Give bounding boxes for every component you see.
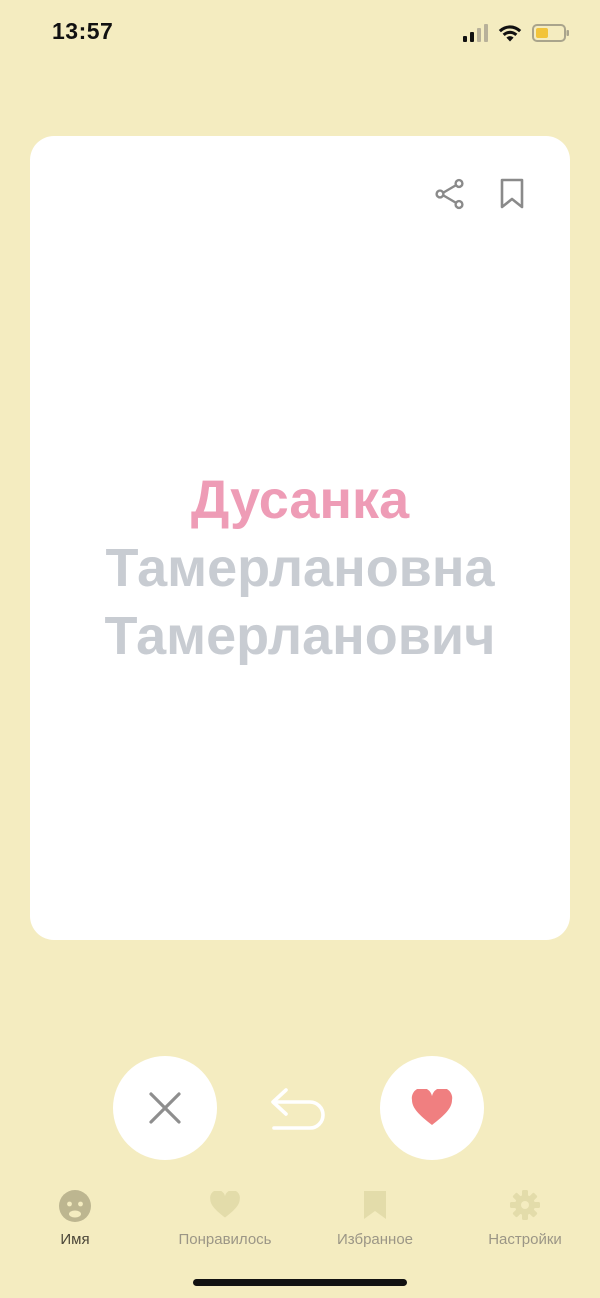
status-bar: 13:57 (0, 0, 600, 66)
tab-label: Имя (60, 1231, 90, 1248)
action-buttons (0, 1056, 600, 1160)
status-time: 13:57 (52, 18, 114, 44)
tab-favorites[interactable]: Избранное (300, 1180, 450, 1248)
wifi-icon (498, 24, 522, 42)
name-card[interactable]: Дусанка Тамерлановна Тамерланович (30, 136, 570, 940)
heart-icon (210, 1191, 240, 1218)
cellular-signal-icon (463, 24, 488, 42)
card-actions (432, 176, 530, 212)
patronymic: Тамерлановна (105, 538, 495, 598)
share-icon (435, 178, 464, 210)
tab-liked[interactable]: Понравилось (150, 1180, 300, 1248)
tab-label: Настройки (488, 1231, 562, 1248)
battery-icon (532, 23, 570, 43)
first-name: Дусанка (190, 470, 410, 530)
bookmark-icon (500, 178, 524, 209)
baby-face-icon (59, 1190, 91, 1222)
tab-name[interactable]: Имя (0, 1180, 150, 1248)
full-name: Дусанка Тамерлановна Тамерланович (30, 466, 570, 670)
tab-bar: Имя Понравилось Избранное Настройки (0, 1180, 600, 1260)
heart-icon (411, 1089, 453, 1125)
tab-label: Избранное (336, 1231, 414, 1248)
close-icon (149, 1092, 181, 1124)
undo-icon (271, 1088, 325, 1130)
undo-button[interactable] (268, 1082, 330, 1134)
home-indicator[interactable] (193, 1279, 407, 1286)
like-button[interactable] (380, 1056, 484, 1160)
bookmark-icon (364, 1191, 386, 1219)
share-button[interactable] (432, 176, 468, 212)
dislike-button[interactable] (113, 1056, 217, 1160)
surname: Тамерланович (104, 606, 496, 666)
bookmark-button[interactable] (494, 176, 530, 212)
gear-icon (510, 1190, 540, 1220)
tab-settings[interactable]: Настройки (450, 1180, 600, 1248)
status-icons (463, 20, 570, 46)
tab-label: Понравилось (178, 1231, 272, 1248)
